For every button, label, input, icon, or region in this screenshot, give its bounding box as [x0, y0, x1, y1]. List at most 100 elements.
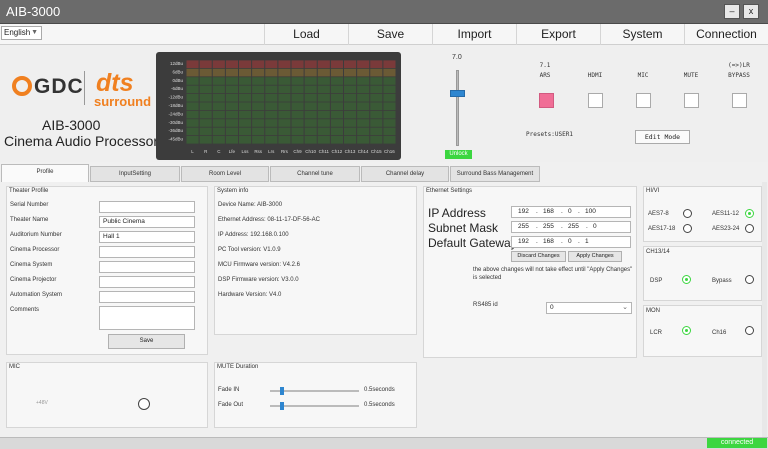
hardware-version-text: Hardware Version: V4.0 — [218, 292, 282, 298]
input-label-bypass: BYPASS — [728, 72, 750, 79]
meter-channel-label: Lrs — [268, 149, 275, 154]
save-profile-button[interactable]: Save — [108, 334, 185, 349]
menu-import[interactable]: Import — [432, 24, 516, 45]
dsp-label: DSP — [650, 278, 663, 284]
ethernet-address-text: Ethernet Address: 08-11-17-DF-56-AC — [218, 217, 320, 223]
ars-format-label: 7.1 — [539, 62, 551, 69]
meter-scale-label: -18dBu — [168, 103, 183, 108]
dts-surround-logo: surround — [94, 94, 152, 109]
meter-channel-label: Ch10 — [305, 149, 316, 154]
cinema-system-input[interactable] — [99, 261, 195, 273]
tab-input-setting[interactable]: InputSetting — [90, 166, 180, 182]
meter-scale-label: -36dBu — [168, 128, 183, 133]
menu-save[interactable]: Save — [348, 24, 432, 45]
lcr-radio[interactable] — [682, 326, 691, 335]
meter-channel-label: Ch12 — [332, 149, 343, 154]
tab-surround-bass[interactable]: Surround Bass Management — [450, 166, 540, 182]
language-select[interactable]: English ▼ — [1, 26, 42, 40]
pc-tool-version-text: PC Tool version: V1.0.9 — [218, 247, 281, 253]
unlock-button[interactable]: Unlock — [445, 150, 472, 159]
bypass-format-label: (=>)LR — [728, 62, 750, 69]
bypass-label: Bypass — [712, 278, 732, 284]
subnet-mask-input[interactable]: 255. 255. 255. 0 — [511, 221, 631, 233]
cinema-projector-input[interactable] — [99, 276, 195, 288]
apply-changes-button[interactable]: Apply Changes — [568, 251, 622, 262]
meter-channel-bar — [225, 60, 238, 144]
tab-room-level[interactable]: Room Level — [181, 166, 269, 182]
meter-scale-label: -12dBu — [168, 95, 183, 100]
phantom-power-label: +48V — [36, 400, 48, 406]
aes17-18-radio[interactable] — [683, 224, 692, 233]
input-button-bypass[interactable] — [732, 93, 747, 108]
product-description: Cinema Audio Processor — [4, 133, 159, 149]
tab-profile[interactable]: Profile — [1, 164, 89, 182]
input-label-hdmi: HDMI — [587, 72, 603, 79]
menu-load[interactable]: Load — [264, 24, 348, 45]
meter-channel-bar — [370, 60, 383, 144]
theater-profile-title: Theater Profile — [9, 188, 49, 194]
aes11-12-label: AES11-12 — [712, 211, 739, 217]
comments-label: Comments — [10, 307, 40, 313]
input-button-hdmi[interactable] — [588, 93, 603, 108]
tab-channel-delay[interactable]: Channel delay — [361, 166, 449, 182]
ch13-14-title: CH13/14 — [646, 249, 670, 255]
aes23-24-radio[interactable] — [745, 224, 754, 233]
aes11-12-radio[interactable] — [745, 209, 754, 218]
gdc-ring-icon — [12, 76, 32, 96]
serial-number-input[interactable] — [99, 201, 195, 213]
mic-title: MIC — [9, 364, 20, 370]
vertical-scrollbar[interactable] — [762, 182, 767, 437]
aes7-8-radio[interactable] — [683, 209, 692, 218]
meter-channel-bar — [239, 60, 252, 144]
hivi-title: HI/VI — [646, 188, 660, 194]
input-button-ars[interactable] — [539, 93, 554, 108]
discard-changes-button[interactable]: Discard Changes — [511, 251, 566, 262]
phantom-power-toggle[interactable] — [138, 398, 150, 410]
window-title: AIB-3000 — [6, 4, 61, 19]
volume-slider[interactable] — [456, 70, 459, 146]
mon-title: MON — [646, 308, 660, 314]
tab-bar: Profile InputSetting Room Level Channel … — [0, 164, 768, 182]
device-name-text: Device Name: AIB-3000 — [218, 202, 283, 208]
meter-channel-bar — [317, 60, 330, 144]
fade-out-slider-thumb[interactable] — [280, 402, 284, 410]
apply-note-text: the above changes will not take effect u… — [473, 267, 633, 281]
tab-channel-tune[interactable]: Channel tune — [270, 166, 360, 182]
bypass-radio[interactable] — [745, 275, 754, 284]
rs485-label: RS485 id — [473, 302, 498, 308]
cinema-processor-input[interactable] — [99, 246, 195, 258]
title-bar: AIB-3000 – x — [0, 0, 768, 24]
ip-address-input[interactable]: 192. 168. 0. 100 — [511, 206, 631, 218]
cinema-projector-label: Cinema Projector — [10, 277, 57, 283]
volume-slider-thumb[interactable] — [450, 90, 465, 97]
dsp-radio[interactable] — [682, 275, 691, 284]
fade-in-slider-thumb[interactable] — [280, 387, 284, 395]
meter-channel-label: Rrs — [281, 149, 289, 154]
ch16-radio[interactable] — [745, 326, 754, 335]
mute-duration-title: MUTE Duration — [217, 364, 259, 370]
aes17-18-label: AES17-18 — [648, 226, 676, 232]
comments-input[interactable] — [99, 306, 195, 330]
menu-bar: English ▼ Load Save Import Export System … — [0, 24, 768, 45]
gdc-logo: GDC — [12, 75, 84, 99]
presets-label: Presets:USER1 — [526, 131, 573, 138]
default-gateway-input[interactable]: 192. 168. 0. 1 — [511, 236, 631, 248]
close-button[interactable]: x — [743, 4, 759, 19]
edit-mode-button[interactable]: Edit Mode — [635, 130, 690, 144]
menu-export[interactable]: Export — [516, 24, 600, 45]
dsp-firmware-text: DSP Firmware version: V3.0.0 — [218, 277, 299, 283]
auditorium-number-input[interactable]: Hall 1 — [99, 231, 195, 243]
input-button-mic[interactable] — [636, 93, 651, 108]
automation-system-input[interactable] — [99, 291, 195, 303]
rs485-select[interactable]: 0 ⌄ — [546, 302, 632, 314]
menu-connection[interactable]: Connection — [684, 24, 768, 45]
menu-system[interactable]: System — [600, 24, 684, 45]
theater-name-input[interactable]: Public Cinema — [99, 216, 195, 228]
ip-address-text: IP Address: 192.168.0.100 — [218, 232, 289, 238]
input-button-mute[interactable] — [684, 93, 699, 108]
minimize-button[interactable]: – — [724, 4, 740, 19]
ip-address-label: IP Address — [428, 206, 486, 220]
product-name: AIB-3000 — [42, 117, 101, 133]
fade-out-value: 0.5seconds — [364, 402, 395, 408]
automation-system-label: Automation System — [10, 292, 63, 298]
